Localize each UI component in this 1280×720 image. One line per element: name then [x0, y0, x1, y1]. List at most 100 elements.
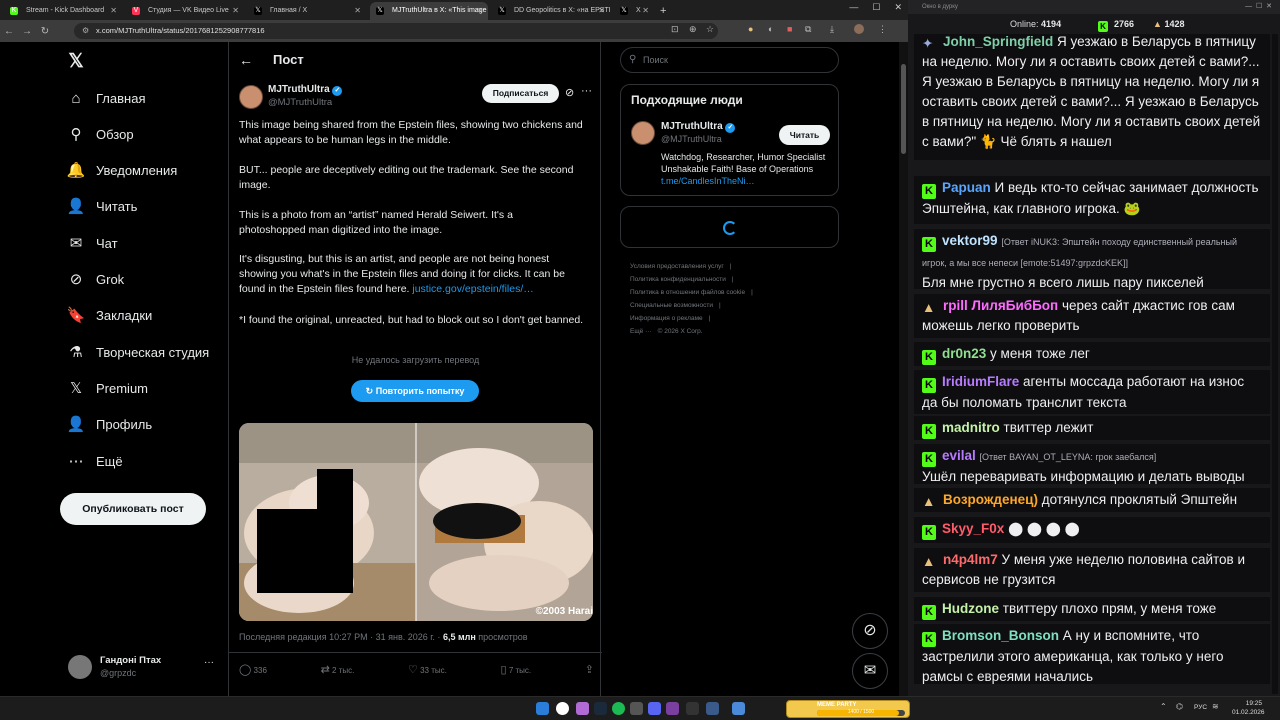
- tab-close-icon[interactable]: ✕: [232, 2, 239, 20]
- nav-profile[interactable]: 👤 Профиль: [66, 409, 152, 439]
- nav-grok[interactable]: ⊘ Grok: [66, 264, 124, 294]
- suggested-avatar[interactable]: [631, 121, 655, 145]
- footer-link[interactable]: Политика конфиденциальности: [630, 276, 726, 283]
- chat-username[interactable]: Hudzone: [942, 601, 999, 616]
- chat-username[interactable]: rpill: [943, 298, 968, 313]
- network-icon[interactable]: ⌬: [1176, 702, 1183, 711]
- chat-username[interactable]: n4p4lm7: [943, 552, 998, 567]
- browser-tab[interactable]: 𝕏 MJTruthUltra в X: «This image ✕: [370, 2, 488, 20]
- chat-username[interactable]: vektor99: [942, 233, 998, 248]
- footer-link[interactable]: Информация о рекламе: [630, 315, 703, 322]
- app-icon[interactable]: [576, 702, 589, 715]
- chat-username[interactable]: madnitro: [942, 420, 1000, 435]
- nav-premium[interactable]: 𝕏 Premium: [66, 373, 148, 403]
- minimize-icon[interactable]: —: [849, 2, 858, 13]
- new-tab-button[interactable]: +: [660, 2, 666, 20]
- obs-icon[interactable]: [686, 702, 699, 715]
- scrollbar-thumb[interactable]: [901, 64, 906, 154]
- nav-notifications[interactable]: 🔔 Уведомления: [66, 155, 178, 185]
- back-arrow-icon[interactable]: ←: [239, 52, 253, 68]
- justice-link[interactable]: justice.gov/epstein/files/…: [412, 283, 533, 295]
- install-icon[interactable]: ⊡: [671, 24, 679, 35]
- tab-close-icon[interactable]: ✕: [354, 2, 361, 20]
- discord-icon[interactable]: [648, 702, 661, 715]
- wifi-icon[interactable]: ≋: [1212, 702, 1219, 711]
- menu-icon[interactable]: ⋮: [878, 24, 887, 35]
- nav-creator-studio[interactable]: ⚗ Творческая студия: [66, 337, 209, 367]
- post-button[interactable]: Опубликовать пост: [60, 493, 206, 525]
- clock[interactable]: 19:25 01.02.2026: [1232, 699, 1265, 717]
- bookmark-star-icon[interactable]: ☆: [706, 24, 714, 35]
- more-options-icon[interactable]: ···: [581, 85, 592, 97]
- footer-link[interactable]: Ещё ···: [630, 328, 652, 335]
- nav-explore[interactable]: ⚲ Обзор: [66, 119, 134, 149]
- suggested-name[interactable]: MJTruthUltra ✓: [661, 121, 736, 133]
- app-icon[interactable]: [706, 702, 719, 715]
- grok-floating-icon[interactable]: ⊘: [852, 613, 888, 649]
- chat-username[interactable]: IridiumFlare: [942, 374, 1019, 389]
- tray-chevron-icon[interactable]: ⌃: [1160, 702, 1167, 711]
- close-window-icon[interactable]: ✕: [894, 2, 902, 13]
- share-icon[interactable]: ⇪: [585, 663, 594, 676]
- tab-close-icon[interactable]: ✕: [476, 2, 483, 20]
- tab-close-icon[interactable]: ✕: [598, 2, 605, 20]
- maximize-icon[interactable]: ☐: [872, 2, 880, 13]
- translate-icon[interactable]: ⊕: [689, 24, 697, 35]
- grok-icon[interactable]: ⊘: [565, 86, 574, 99]
- browser-tab[interactable]: 𝕏 X ✕: [614, 2, 654, 20]
- browser-tab[interactable]: V Студия — VK Видео Live ✕: [126, 2, 244, 20]
- app-icon[interactable]: [630, 702, 643, 715]
- tweet-image[interactable]: ©2003 Harai: [239, 423, 593, 621]
- browser-tab[interactable]: K Stream - Kick Dashboard ✕: [4, 2, 122, 20]
- start-icon[interactable]: [536, 702, 549, 715]
- footer-link[interactable]: Специальные возможности: [630, 302, 713, 309]
- chat-username[interactable]: dr0n23: [942, 346, 986, 361]
- chat-username[interactable]: evilal: [942, 448, 976, 463]
- chat-username[interactable]: John_Springfield: [943, 34, 1053, 49]
- reply-button[interactable]: ◯ 336: [239, 663, 267, 676]
- account-more-icon[interactable]: ···: [204, 657, 214, 668]
- footer-link[interactable]: Условия предоставления услуг: [630, 263, 724, 270]
- author-name[interactable]: MJTruthUltra ✓: [268, 84, 343, 96]
- back-icon[interactable]: ←: [0, 26, 18, 37]
- window-controls[interactable]: — ☐ ✕: [1245, 0, 1272, 14]
- language-indicator[interactable]: РУС: [1194, 704, 1207, 711]
- footer-link[interactable]: Политика в отношении файлов cookie: [630, 289, 745, 296]
- follow-button[interactable]: Читать: [779, 125, 830, 145]
- spotify-icon[interactable]: [612, 702, 625, 715]
- account-switcher[interactable]: Гандоні Птах @grpzdc ···: [66, 653, 226, 683]
- chat-username[interactable]: Skyy_F0x: [942, 521, 1004, 536]
- site-info-icon[interactable]: ⚙: [82, 23, 89, 39]
- nav-more[interactable]: ⋯ Ещё: [66, 446, 123, 476]
- extension-icon[interactable]: ◐: [768, 24, 773, 34]
- tab-close-icon[interactable]: ✕: [110, 2, 117, 20]
- chat-username[interactable]: Возрожденец): [943, 492, 1038, 507]
- profile-avatar[interactable]: [854, 24, 864, 34]
- browser-tab[interactable]: 𝕏 Главная / X ✕: [248, 2, 366, 20]
- app-icon[interactable]: [666, 702, 679, 715]
- nav-chat[interactable]: ✉ Чат: [66, 228, 118, 258]
- page-scrollbar[interactable]: [899, 42, 908, 696]
- meme-party-widget[interactable]: MEME PARTY 1400 / 1500: [786, 700, 910, 718]
- bio-link[interactable]: t.me/CandlesInTheNi…: [661, 176, 755, 186]
- nav-x-logo[interactable]: 𝕏: [66, 46, 96, 76]
- extension-icon[interactable]: ■: [787, 24, 792, 34]
- extension-icon[interactable]: ●: [748, 24, 753, 34]
- chat-scrollbar[interactable]: [1272, 34, 1278, 694]
- nav-bookmarks[interactable]: 🔖 Закладки: [66, 300, 153, 330]
- retry-button[interactable]: ↻ Повторить попытку: [351, 380, 479, 402]
- forward-icon[interactable]: →: [18, 26, 36, 37]
- chat-username[interactable]: ЛиляБибБоп: [972, 298, 1059, 313]
- extensions-puzzle-icon[interactable]: ⧉: [805, 24, 811, 35]
- subscribe-button[interactable]: Подписаться: [482, 84, 559, 103]
- address-bar[interactable]: ⚙ x.com/MJTruthUltra/status/201768125290…: [74, 23, 718, 39]
- steam-icon[interactable]: [594, 702, 607, 715]
- app-icon[interactable]: [732, 702, 745, 715]
- browser-tab[interactable]: 𝕏 DD Geopolitics в X: «на EPSTE ✕: [492, 2, 610, 20]
- like-button[interactable]: ♡ 33 тыс.: [408, 663, 447, 676]
- repost-button[interactable]: ⇄ 2 тыс.: [321, 663, 355, 676]
- bookmark-button[interactable]: ▯ 7 тыс.: [501, 663, 532, 676]
- chat-username[interactable]: Bromson_Bonson: [942, 628, 1059, 643]
- chrome-icon[interactable]: [556, 702, 569, 715]
- messages-floating-icon[interactable]: ✉: [852, 653, 888, 689]
